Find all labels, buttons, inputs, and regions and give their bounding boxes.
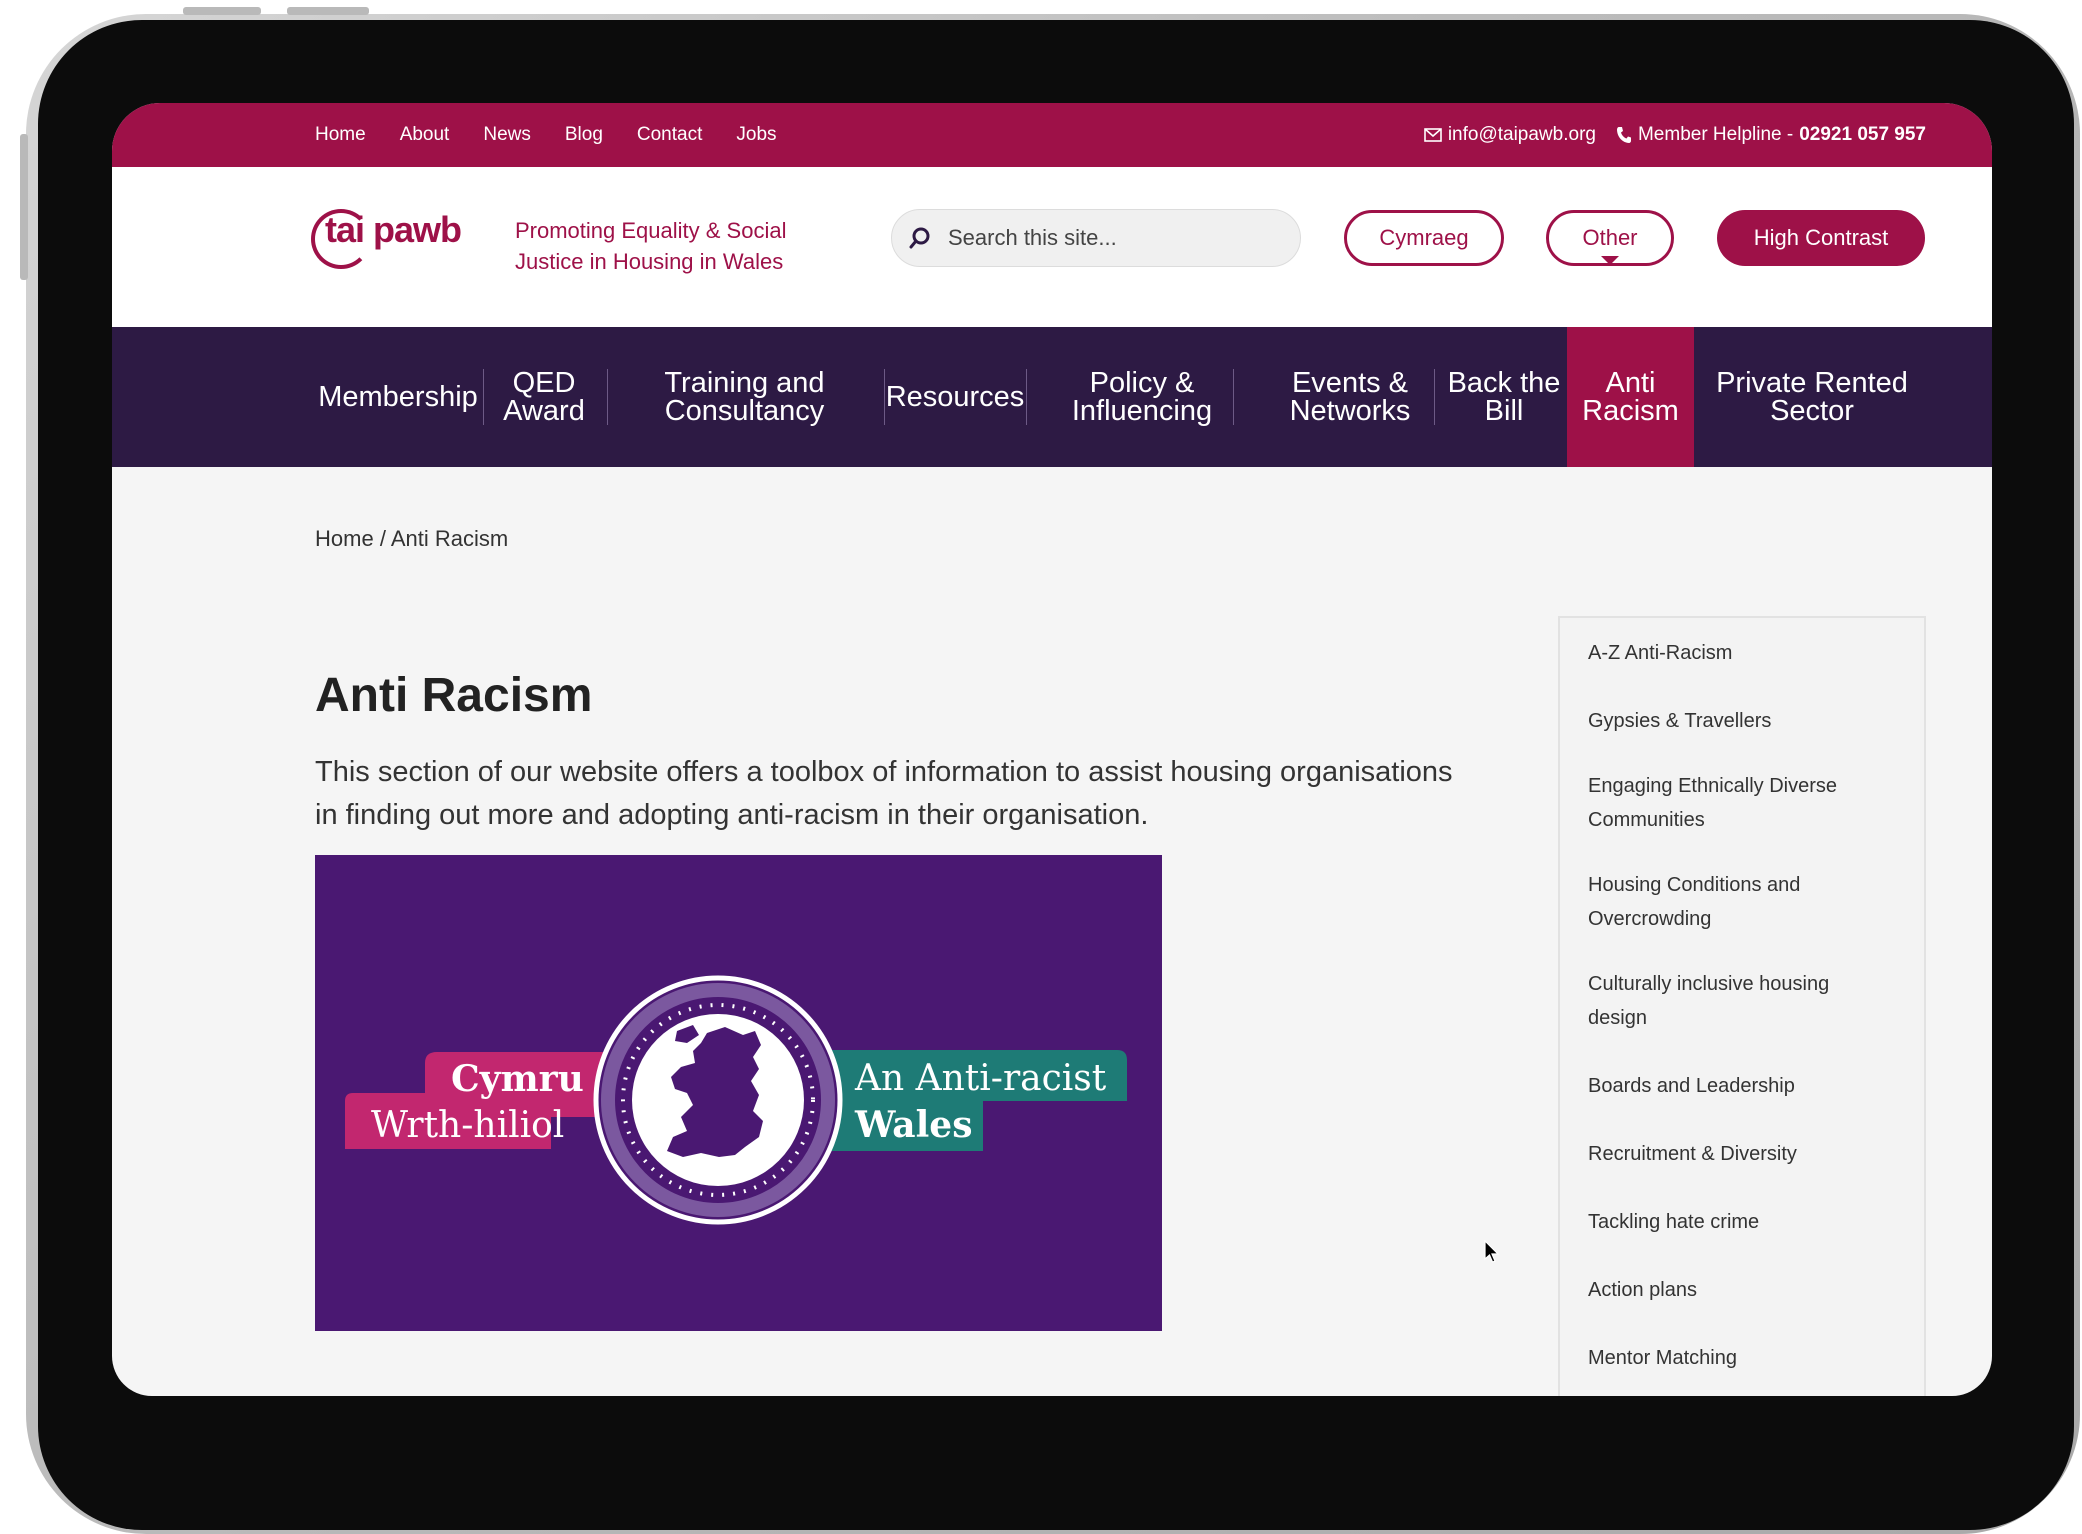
other-label: Other bbox=[1582, 225, 1638, 250]
search-icon bbox=[909, 227, 930, 249]
browser-screen: Home About News Blog Contact Jobs info@t… bbox=[112, 103, 1992, 1396]
section-sidebar: A-Z Anti-Racism Gypsies & Travellers Eng… bbox=[1558, 616, 1926, 1396]
device-side-button bbox=[20, 134, 28, 280]
sidebar-item-action-plans[interactable]: Action plans bbox=[1588, 1273, 1888, 1307]
cymraeg-label: Cymraeg bbox=[1379, 225, 1469, 250]
nav-item-events[interactable]: Events & Networks bbox=[1260, 327, 1440, 467]
page-title: Anti Racism bbox=[315, 669, 593, 722]
device-top-button bbox=[287, 7, 369, 15]
sidebar-item-recruitment-diversity[interactable]: Recruitment & Diversity bbox=[1588, 1137, 1888, 1171]
top-contact-info: info@taipawb.org Member Helpline - 02921… bbox=[1424, 103, 1926, 167]
banner-graphic: Cymru Wrth-hiliol An Anti-racist Wales bbox=[315, 855, 1162, 1331]
top-link-about[interactable]: About bbox=[400, 124, 450, 146]
nav-item-training[interactable]: Training and Consultancy bbox=[632, 327, 857, 467]
site-header: tai pawb Promoting Equality & Social Jus… bbox=[112, 167, 1992, 327]
nav-item-qed-award[interactable]: QED Award bbox=[486, 327, 602, 467]
sidebar-item-mentor-matching[interactable]: Mentor Matching bbox=[1588, 1341, 1888, 1375]
nav-item-anti-racism[interactable]: Anti Racism bbox=[1567, 327, 1694, 467]
nav-item-back-the-bill[interactable]: Back the Bill bbox=[1440, 327, 1568, 467]
banner-welsh-line1: Cymru bbox=[451, 1058, 584, 1100]
search-input[interactable] bbox=[946, 224, 1280, 252]
sidebar-item-tackling-hate-crime[interactable]: Tackling hate crime bbox=[1588, 1205, 1888, 1239]
main-navigation: Membership QED Award Training and Consul… bbox=[112, 327, 1992, 467]
cymraeg-button[interactable]: Cymraeg bbox=[1344, 210, 1504, 266]
sidebar-item-boards-leadership[interactable]: Boards and Leadership bbox=[1588, 1069, 1888, 1103]
sidebar-item-engaging-communities[interactable]: Engaging Ethnically Diverse Communities bbox=[1588, 769, 1888, 837]
nav-divider bbox=[1233, 369, 1234, 425]
breadcrumb-home[interactable]: Home bbox=[315, 526, 374, 551]
chevron-down-icon bbox=[1601, 256, 1619, 265]
site-search[interactable] bbox=[891, 209, 1301, 267]
top-link-contact[interactable]: Contact bbox=[637, 124, 702, 146]
top-link-jobs[interactable]: Jobs bbox=[736, 124, 776, 146]
mail-icon bbox=[1424, 128, 1442, 142]
helpline-link[interactable]: Member Helpline - 02921 057 957 bbox=[1616, 124, 1926, 146]
high-contrast-label: High Contrast bbox=[1753, 225, 1889, 250]
high-contrast-button[interactable]: High Contrast bbox=[1717, 210, 1925, 266]
phone-icon bbox=[1616, 127, 1631, 143]
sidebar-item-inclusive-design[interactable]: Culturally inclusive housing design bbox=[1588, 967, 1888, 1035]
nav-divider bbox=[607, 369, 608, 425]
nav-item-membership[interactable]: Membership bbox=[315, 327, 481, 467]
top-link-news[interactable]: News bbox=[483, 124, 531, 146]
sidebar-item-a-z-anti-racism[interactable]: A-Z Anti-Racism bbox=[1588, 636, 1888, 670]
nav-divider bbox=[1026, 369, 1027, 425]
email-link[interactable]: info@taipawb.org bbox=[1424, 124, 1596, 146]
mouse-pointer-icon bbox=[1484, 1240, 1500, 1263]
top-nav: Home About News Blog Contact Jobs bbox=[315, 103, 777, 167]
nav-item-private-rented-sector[interactable]: Private Rented Sector bbox=[1697, 327, 1927, 467]
helpline-number: 02921 057 957 bbox=[1799, 124, 1926, 145]
sidebar-item-housing-conditions[interactable]: Housing Conditions and Overcrowding bbox=[1588, 868, 1888, 936]
top-link-home[interactable]: Home bbox=[315, 124, 366, 146]
anti-racist-wales-banner: Cymru Wrth-hiliol An Anti-racist Wales bbox=[315, 855, 1162, 1331]
intro-text: This section of our website offers a too… bbox=[315, 756, 1453, 831]
site-logo[interactable]: tai pawb bbox=[311, 209, 462, 269]
banner-welsh-line2: Wrth-hiliol bbox=[371, 1105, 564, 1146]
breadcrumb-separator: / bbox=[379, 526, 386, 551]
banner-english-line1: An Anti-racist bbox=[854, 1058, 1107, 1099]
breadcrumb: Home / Anti Racism bbox=[315, 526, 508, 552]
helpline-label: Member Helpline - bbox=[1637, 124, 1794, 145]
banner-english-line2: Wales bbox=[854, 1104, 972, 1146]
breadcrumb-current: Anti Racism bbox=[390, 526, 509, 551]
top-link-blog[interactable]: Blog bbox=[565, 124, 603, 146]
site-tagline: Promoting Equality & Social Justice in H… bbox=[515, 218, 787, 274]
nav-item-resources[interactable]: Resources bbox=[884, 327, 1026, 467]
nav-divider bbox=[483, 369, 484, 425]
device-top-button bbox=[183, 7, 261, 15]
nav-divider bbox=[1434, 369, 1435, 425]
top-utility-bar: Home About News Blog Contact Jobs info@t… bbox=[112, 103, 1992, 167]
email-text: info@taipawb.org bbox=[1447, 124, 1596, 145]
other-language-dropdown[interactable]: Other bbox=[1546, 210, 1674, 266]
nav-item-policy[interactable]: Policy & Influencing bbox=[1052, 327, 1232, 467]
sidebar-item-gypsies-travellers[interactable]: Gypsies & Travellers bbox=[1588, 704, 1888, 738]
logo-text: tai pawb bbox=[325, 209, 462, 250]
